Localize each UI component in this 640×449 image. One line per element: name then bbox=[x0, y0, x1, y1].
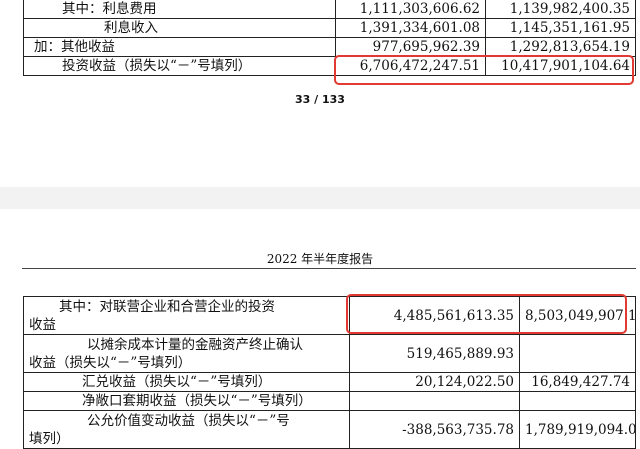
value-cell: 1,145,351,161.95 bbox=[485, 18, 636, 38]
row-label: 汇兑收益（损失以“－”号填列） bbox=[23, 372, 350, 392]
table-row: 加：其他收益 977,695,962.39 1,292,813,654.19 bbox=[23, 37, 636, 57]
highlight-box-associate-jv-income bbox=[346, 294, 627, 334]
page-header: 2022 年半年度报告 bbox=[266, 252, 374, 266]
value-cell: 977,695,962.39 bbox=[335, 37, 486, 57]
value-cell: 1,139,982,400.35 bbox=[485, 0, 636, 19]
row-label: 利息收入 bbox=[23, 18, 336, 38]
page-separator bbox=[0, 187, 640, 209]
highlight-box-investment-income bbox=[334, 55, 634, 85]
report-page-33: 其中：利息费用 1,111,303,606.62 1,139,982,400.3… bbox=[0, 0, 640, 187]
row-label-line: 收益（损失以“－”号填列） bbox=[29, 354, 192, 371]
row-label-line: 以摊余成本计量的金融资产终止确认 bbox=[87, 336, 303, 353]
row-label: 投资收益（损失以“－”号填列） bbox=[23, 56, 336, 76]
table-row: 汇兑收益（损失以“－”号填列） 20,124,022.50 16,849,427… bbox=[23, 372, 636, 392]
value-cell: 519,465,889.93 bbox=[349, 334, 520, 373]
table-row: 以摊余成本计量的金融资产终止确认 收益（损失以“－”号填列） 519,465,8… bbox=[23, 334, 636, 373]
value-cell: 16,849,427.74 bbox=[519, 372, 636, 392]
row-label: 净敞口套期收益（损失以“－”号填列） bbox=[23, 391, 350, 411]
table-row: 净敞口套期收益（损失以“－”号填列） bbox=[23, 391, 636, 411]
table-row: 公允价值变动收益（损失以“－”号 填列） -388,563,735.78 1,7… bbox=[23, 410, 636, 449]
table-row: 利息收入 1,391,334,601.08 1,145,351,161.95 bbox=[23, 18, 636, 38]
row-label-line: 公允价值变动收益（损失以“－”号 bbox=[87, 412, 290, 429]
value-cell: -388,563,735.78 bbox=[349, 410, 520, 449]
value-cell: 1,789,919,094.02 bbox=[519, 410, 636, 449]
row-label-line: 其中：对联营企业和合营企业的投资 bbox=[59, 298, 275, 315]
row-label: 公允价值变动收益（损失以“－”号 填列） bbox=[23, 410, 350, 449]
page-number: 33 / 133 bbox=[295, 93, 345, 106]
value-cell: 1,111,303,606.62 bbox=[335, 0, 486, 19]
row-label: 加：其他收益 bbox=[23, 37, 336, 57]
value-cell: 1,292,813,654.19 bbox=[485, 37, 636, 57]
value-cell bbox=[349, 391, 520, 411]
row-label: 以摊余成本计量的金融资产终止确认 收益（损失以“－”号填列） bbox=[23, 334, 350, 373]
row-label: 其中：利息费用 bbox=[23, 0, 336, 19]
row-label: 其中：对联营企业和合营企业的投资 收益 bbox=[23, 296, 350, 335]
row-label-line: 填列） bbox=[29, 430, 70, 447]
value-cell bbox=[519, 391, 636, 411]
header-rule bbox=[22, 268, 636, 269]
value-cell bbox=[519, 334, 636, 373]
value-cell: 20,124,022.50 bbox=[349, 372, 520, 392]
value-cell: 1,391,334,601.08 bbox=[335, 18, 486, 38]
table-row: 其中：利息费用 1,111,303,606.62 1,139,982,400.3… bbox=[23, 0, 636, 19]
row-label-line: 收益 bbox=[29, 316, 56, 333]
